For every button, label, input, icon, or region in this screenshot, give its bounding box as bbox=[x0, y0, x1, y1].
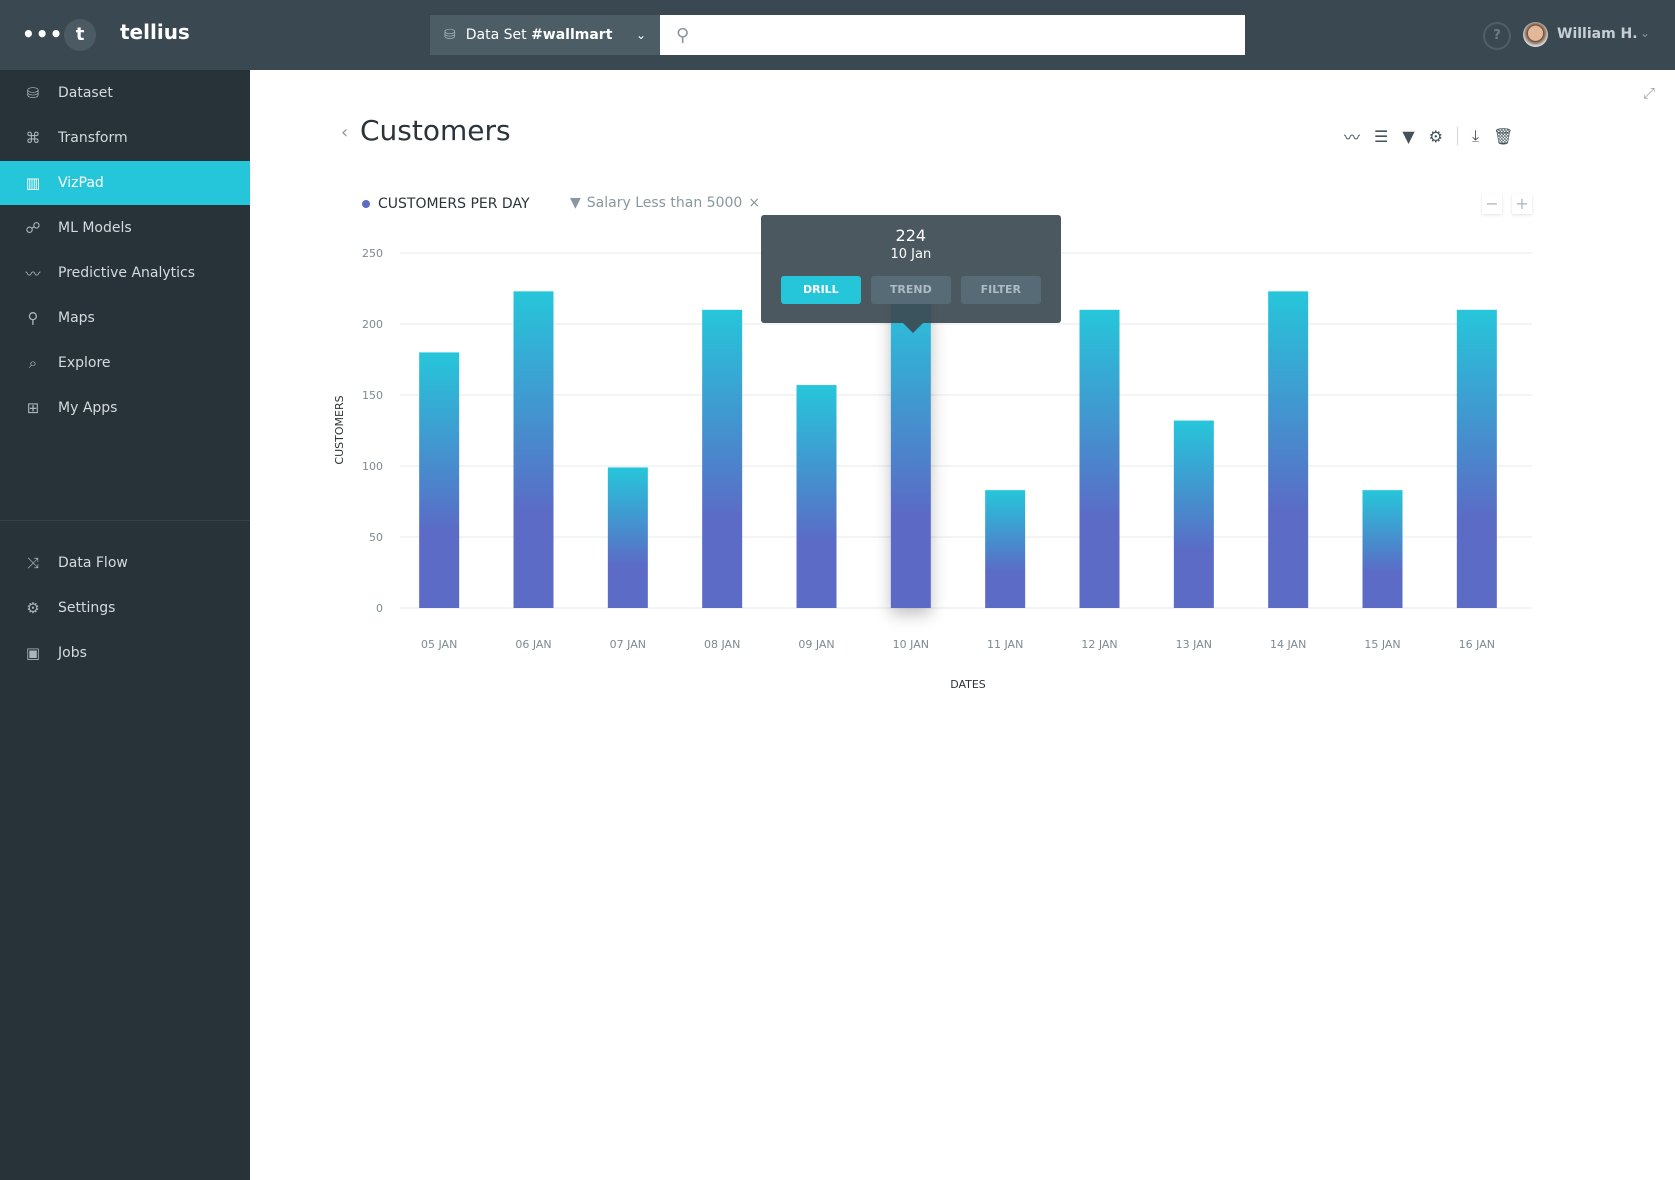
y-tick-label: 250 bbox=[362, 247, 383, 260]
bar[interactable] bbox=[985, 490, 1026, 608]
x-tick-label: 08 JAN bbox=[704, 638, 740, 651]
x-tick-label: 07 JAN bbox=[610, 638, 646, 651]
filter-button[interactable]: FILTER bbox=[960, 276, 1041, 304]
trend-button[interactable]: TREND bbox=[870, 276, 951, 304]
bar[interactable] bbox=[1173, 420, 1214, 608]
y-tick-label: 100 bbox=[362, 460, 383, 473]
bar[interactable] bbox=[1456, 309, 1497, 608]
drill-button[interactable]: DRILL bbox=[780, 276, 861, 304]
bar[interactable] bbox=[1362, 490, 1403, 608]
x-tick-label: 05 JAN bbox=[421, 638, 457, 651]
bar[interactable] bbox=[796, 385, 837, 608]
bar-chart: CUSTOMERS DATES 0 50 100 150 200 250 05 JAN 06 … bbox=[333, 247, 1532, 691]
x-tick-label: 10 JAN bbox=[893, 638, 929, 651]
bar[interactable] bbox=[513, 291, 554, 608]
x-tick-label: 06 JAN bbox=[515, 638, 551, 651]
x-axis-label: DATES bbox=[950, 678, 986, 691]
y-tick-label: 150 bbox=[362, 389, 383, 402]
bar[interactable] bbox=[607, 467, 648, 608]
x-tick-label: 13 JAN bbox=[1176, 638, 1212, 651]
x-tick-label: 09 JAN bbox=[798, 638, 834, 651]
y-tick-label: 50 bbox=[369, 531, 383, 544]
x-tick-label: 16 JAN bbox=[1459, 638, 1495, 651]
bar[interactable] bbox=[702, 309, 743, 608]
tooltip-value: 224 bbox=[895, 226, 927, 245]
y-axis-label: CUSTOMERS bbox=[333, 395, 346, 464]
tooltip-arrow bbox=[902, 323, 923, 333]
y-tick-label: 0 bbox=[376, 602, 383, 615]
bar[interactable] bbox=[419, 352, 460, 608]
x-tick-label: 11 JAN bbox=[987, 638, 1023, 651]
bar[interactable] bbox=[1268, 291, 1309, 608]
tooltip-date: 10 Jan bbox=[890, 247, 932, 262]
bar-tooltip: 224 10 Jan DRILL TREND FILTER bbox=[760, 215, 1061, 333]
x-tick-label: 14 JAN bbox=[1270, 638, 1306, 651]
x-tick-label: 15 JAN bbox=[1364, 638, 1400, 651]
bar[interactable] bbox=[890, 289, 931, 608]
y-tick-label: 200 bbox=[362, 318, 383, 331]
x-tick-label: 12 JAN bbox=[1081, 638, 1117, 651]
bar[interactable] bbox=[1079, 309, 1120, 608]
